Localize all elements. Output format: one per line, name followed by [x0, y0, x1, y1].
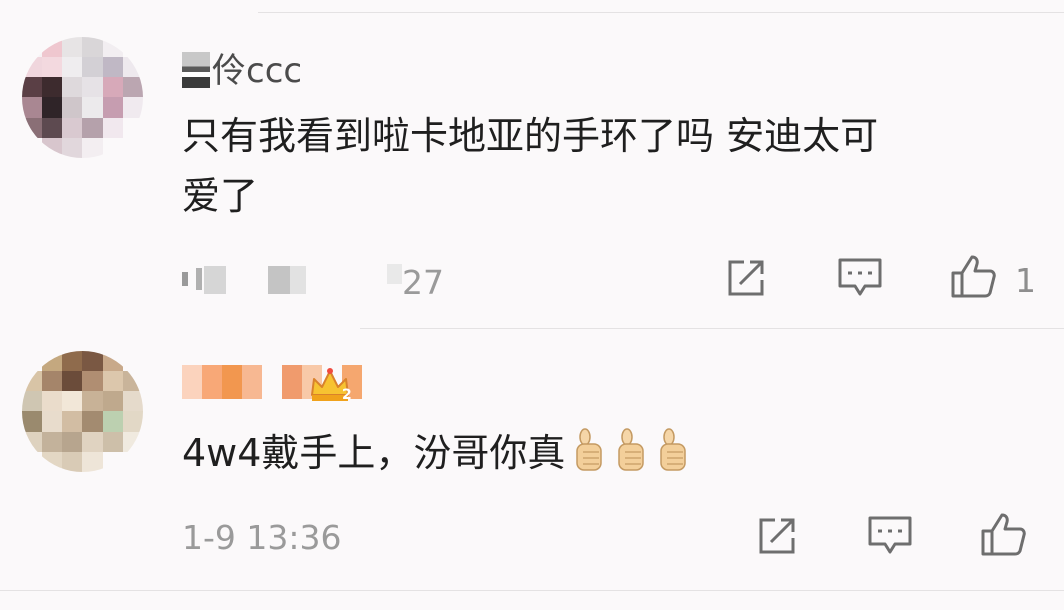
- thumbs-up-icon: [951, 255, 996, 298]
- avatar[interactable]: [22, 351, 143, 472]
- comment-text-line: 只有我看到啦卡地亚的手环了吗 安迪太可: [182, 114, 879, 158]
- share-icon: [728, 260, 764, 296]
- username-blur: [182, 52, 210, 88]
- bottom-divider: [0, 590, 1064, 591]
- like-count: 1: [1015, 261, 1036, 300]
- thumbs-up-icon: [981, 513, 1026, 556]
- comment-item: 2 4w4戴手上，汾哥你真 1-9 13:36: [0, 329, 1064, 589]
- username[interactable]: 伶ccc: [182, 52, 302, 88]
- time-mosaic: [182, 264, 402, 294]
- thumbs-up-emoji: [576, 428, 603, 471]
- comment-icon: [868, 516, 912, 554]
- share-button[interactable]: [723, 255, 769, 301]
- comment-button[interactable]: [867, 513, 913, 559]
- comment-button[interactable]: [837, 255, 883, 301]
- share-button[interactable]: [754, 513, 800, 559]
- crown-badge-icon: 2: [311, 368, 352, 403]
- comment-icon: [838, 258, 882, 296]
- comment-text-line: 爱了: [182, 174, 259, 218]
- comment-text: 4w4戴手上，汾哥你真: [182, 423, 1032, 483]
- thumbs-up-emoji: [660, 428, 687, 471]
- comment-item: 伶ccc 只有我看到啦卡地亚的手环了吗 安迪太可 爱了 27 1: [0, 0, 1064, 328]
- like-button[interactable]: [980, 511, 1026, 557]
- comment-time: 27: [182, 264, 444, 299]
- comment-time: 1-9 13:36: [182, 518, 342, 557]
- svg-text:2: 2: [342, 387, 352, 403]
- like-button[interactable]: [950, 253, 996, 299]
- comment-text: 只有我看到啦卡地亚的手环了吗 安迪太可 爱了: [182, 106, 1032, 226]
- avatar[interactable]: [22, 37, 143, 158]
- share-icon: [759, 518, 795, 554]
- thumbs-up-emoji: [618, 428, 645, 471]
